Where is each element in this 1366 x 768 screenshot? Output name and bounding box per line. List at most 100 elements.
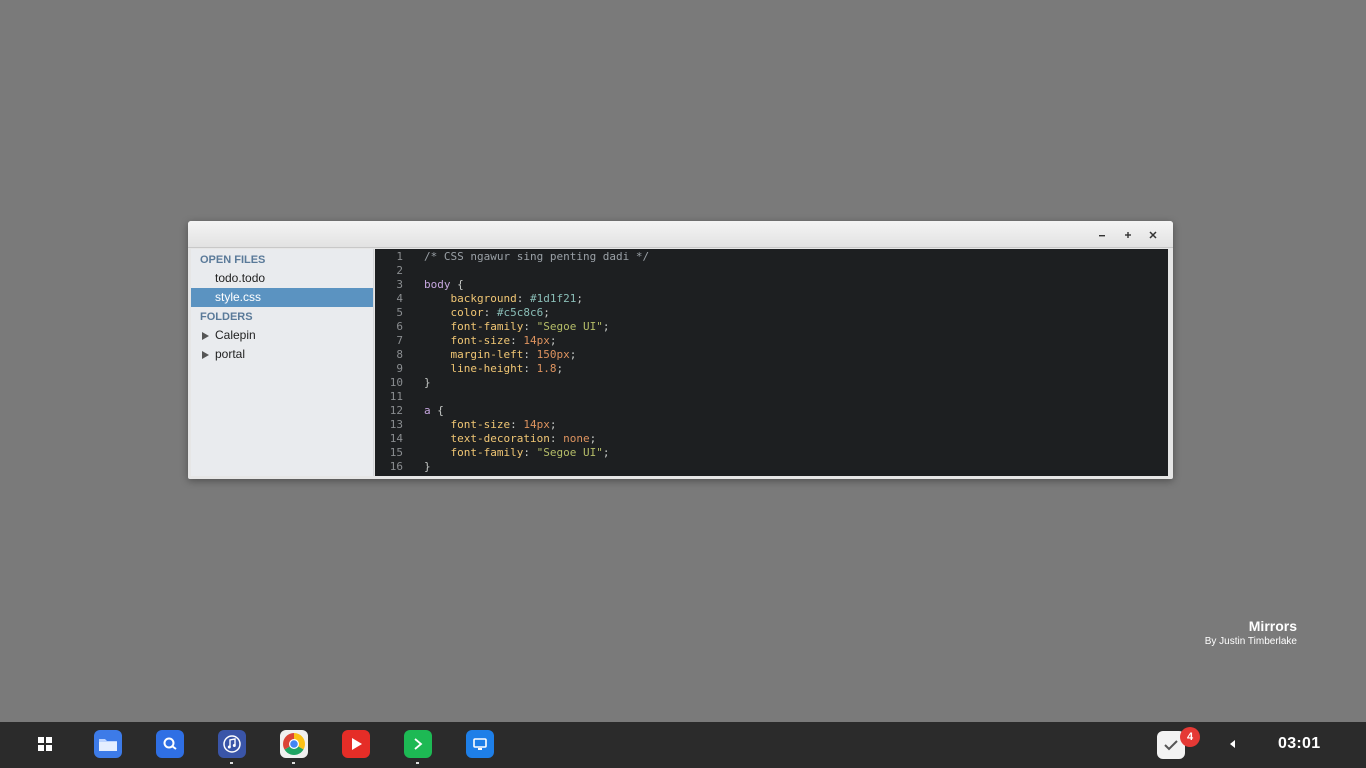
folder-label: Calepin [215,328,256,342]
line-number: 16 [389,460,403,473]
folder-calepin[interactable]: Calepin [191,326,373,345]
code-line[interactable]: 13 font-size: 14px; [375,418,1168,432]
code-line[interactable]: 1 /* CSS ngawur sing penting dadi */ [375,250,1168,264]
code-token: "Segoe UI" [536,320,603,333]
code-token: ; [556,362,564,375]
files-app-button[interactable] [94,730,122,758]
line-number: 8 [396,348,403,361]
code-text: background: #1d1f21; [403,292,583,306]
maximize-button[interactable] [1120,227,1136,243]
code-token: } [424,376,431,389]
code-text: a { [403,404,444,418]
code-token: color [450,306,484,319]
code-token: : [510,334,524,347]
code-text: margin-left: 150px; [403,348,577,362]
code-text: body { [403,278,464,292]
open-file-todo[interactable]: todo.todo [191,269,373,288]
search-app-button[interactable] [156,730,184,758]
code-line[interactable]: 7 font-size: 14px; [375,334,1168,348]
folder-portal[interactable]: portal [191,345,373,364]
folder-icon [99,739,117,751]
tray-expand-arrow-icon[interactable] [1230,740,1235,748]
line-number: 11 [389,390,403,403]
folders-header: FOLDERS [200,311,253,323]
code-token: ; [543,306,550,319]
music-app-button[interactable] [218,730,246,764]
code-line[interactable]: 12 a { [375,404,1168,418]
song-title: Mirrors [1248,618,1297,634]
code-line[interactable]: 16} [375,460,1168,474]
window-titlebar[interactable] [188,221,1173,248]
checkmark-icon [1164,740,1178,751]
code-text: font-family: "Segoe UI"; [403,446,610,460]
maximize-icon [1125,232,1131,238]
grid-icon [38,737,44,743]
code-line[interactable]: 2 [375,264,1168,278]
code-text: font-size: 14px; [403,418,557,432]
code-token: { [430,404,444,417]
line-number: 13 [389,418,403,431]
line-number: 10 [389,376,403,389]
code-text: text-decoration: none; [403,432,597,446]
youtube-app-button[interactable] [342,730,370,758]
line-number: 5 [396,306,403,319]
search-icon [163,737,177,750]
editor-window: OPEN FILES todo.todo style.css FOLDERS C… [188,221,1173,479]
expand-arrow-icon[interactable] [202,350,209,359]
app-launcher-button[interactable] [38,737,53,752]
clock[interactable]: 03:01 [1278,735,1320,753]
code-token: : [523,446,537,459]
code-token: ; [589,432,597,445]
line-number: 4 [396,292,403,305]
open-file-style-css[interactable]: style.css [191,288,373,307]
grid-icon [46,737,52,743]
code-token: : [510,418,524,431]
code-editor[interactable]: 1/* CSS ngawur sing penting dadi */2 3 bod… [375,249,1168,476]
code-line[interactable]: 15 font-family: "Segoe UI"; [375,446,1168,460]
running-indicator [416,762,419,764]
code-text: } [403,376,431,390]
code-token: : [523,348,537,361]
folder-label: portal [215,347,246,361]
code-line[interactable]: 3 body { [375,278,1168,292]
minimize-button[interactable] [1094,227,1110,243]
taskbar: 4 03:01 [0,722,1366,768]
notification-badge: 4 [1180,727,1200,747]
code-line[interactable]: 5 color: #c5c8c6; [375,306,1168,320]
code-token: none [563,432,590,445]
close-button[interactable] [1145,227,1161,243]
code-line[interactable]: 14 text-decoration: none; [375,432,1168,446]
code-token: ; [576,292,583,305]
code-text: color: #c5c8c6; [403,306,550,320]
code-line[interactable]: 6 font-family: "Segoe UI"; [375,320,1168,334]
chrome-app-button[interactable] [280,730,308,764]
code-line[interactable]: 4 background: #1d1f21; [375,292,1168,306]
code-token: #1d1f21 [529,292,577,305]
code-line[interactable]: 8 margin-left: 150px; [375,348,1168,362]
code-line[interactable]: 11 [375,390,1168,404]
running-indicator [230,762,233,764]
code-token: margin-left [450,348,524,361]
code-token: : [516,292,530,305]
code-line[interactable]: 10} [375,376,1168,390]
code-token: /* CSS ngawur sing penting dadi */ [424,250,650,263]
code-token: a [424,404,431,417]
code-token: : [523,362,537,375]
code-token: } [424,460,431,473]
remote-app-button[interactable] [466,730,494,758]
now-playing-widget: Mirrors By Justin Timberlake [1205,617,1297,649]
code-token: : [549,432,564,445]
expand-arrow-icon[interactable] [202,331,209,340]
code-line[interactable]: 9 line-height: 1.8; [375,362,1168,376]
terminal-app-button[interactable] [404,730,432,764]
line-number: 14 [389,432,403,445]
music-note-icon [223,735,241,753]
line-number: 7 [396,334,403,347]
